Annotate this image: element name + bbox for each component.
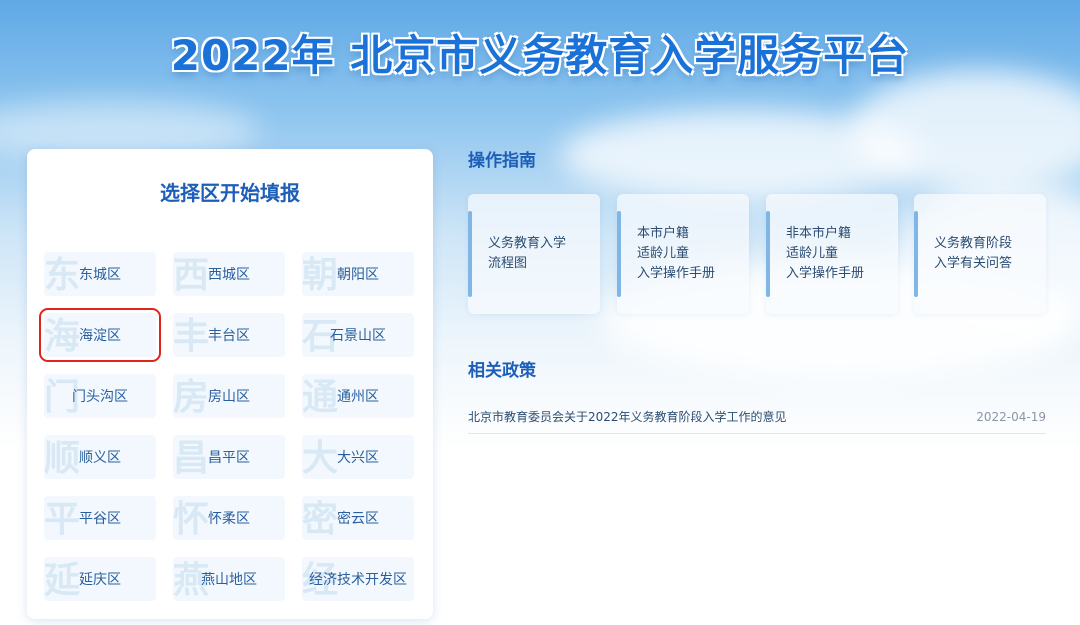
- district-label: 经济技术开发区: [309, 572, 407, 588]
- guide-card-line: 非本市户籍: [786, 226, 852, 241]
- guide-card-accent-bar: [468, 211, 472, 297]
- district-label: 东城区: [79, 267, 121, 283]
- district-button[interactable]: 经经济技术开发区: [302, 557, 414, 601]
- guide-card-line: 入学操作手册: [637, 266, 716, 281]
- guide-card-text: 非本市户籍适龄儿童入学操作手册: [786, 214, 890, 294]
- policy-link[interactable]: 北京市教育委员会关于2022年义务教育阶段入学工作的意见: [468, 408, 787, 425]
- guide-card-line: 适龄儿童: [637, 246, 690, 261]
- guide-card-line: 义务教育阶段: [934, 236, 1013, 251]
- policy-section-title: 相关政策: [468, 361, 536, 381]
- district-button[interactable]: 密密云区: [302, 496, 414, 540]
- guide-card[interactable]: 义务教育阶段 入学有关问答: [914, 194, 1046, 314]
- panel-title: 选择区开始填报: [160, 181, 300, 205]
- guide-card-line: 入学操作手册: [786, 266, 865, 281]
- district-label: 延庆区: [79, 572, 121, 588]
- district-button[interactable]: 丰丰台区: [173, 313, 285, 357]
- district-button[interactable]: 朝朝阳区: [302, 252, 414, 296]
- district-watermark: 丰: [173, 316, 210, 357]
- district-watermark: 延: [44, 560, 81, 601]
- district-label: 通州区: [337, 389, 379, 405]
- district-button[interactable]: 石石景山区: [302, 313, 414, 357]
- guide-card-accent-bar: [914, 211, 918, 297]
- guide-card[interactable]: 本市户籍适龄儿童入学操作手册: [617, 194, 749, 314]
- district-button[interactable]: 海海淀区: [39, 308, 161, 362]
- district-label: 燕山地区: [201, 572, 257, 588]
- district-watermark: 东: [44, 255, 81, 296]
- district-watermark: 大: [302, 438, 339, 479]
- district-watermark: 海: [44, 316, 81, 357]
- district-button[interactable]: 延延庆区: [44, 557, 156, 601]
- district-button[interactable]: 昌昌平区: [173, 435, 285, 479]
- district-button[interactable]: 东东城区: [44, 252, 156, 296]
- guide-card[interactable]: 义务教育入学 流程图: [468, 194, 600, 314]
- district-label: 朝阳区: [337, 267, 379, 283]
- district-watermark: 通: [302, 377, 339, 418]
- guide-card-line: 流程图: [488, 256, 528, 271]
- district-watermark: 昌: [173, 438, 210, 479]
- policy-date: 2022-04-19: [976, 409, 1046, 424]
- district-button[interactable]: 通通州区: [302, 374, 414, 418]
- district-label: 石景山区: [330, 328, 386, 344]
- district-button[interactable]: 大大兴区: [302, 435, 414, 479]
- district-button[interactable]: 燕燕山地区: [173, 557, 285, 601]
- guide-card[interactable]: 非本市户籍适龄儿童入学操作手册: [766, 194, 898, 314]
- guide-card-line: 适龄儿童: [786, 246, 839, 261]
- district-button[interactable]: 房房山区: [173, 374, 285, 418]
- district-label: 怀柔区: [208, 511, 250, 527]
- district-watermark: 平: [44, 499, 81, 540]
- district-watermark: 怀: [173, 499, 210, 540]
- district-button[interactable]: 平平谷区: [44, 496, 156, 540]
- district-button[interactable]: 顺顺义区: [44, 435, 156, 479]
- district-label: 大兴区: [337, 450, 379, 466]
- district-label: 丰台区: [208, 328, 250, 344]
- guide-card-accent-bar: [617, 211, 621, 297]
- guide-card-line: 义务教育入学: [488, 236, 567, 251]
- guide-section-title: 操作指南: [468, 151, 536, 171]
- district-watermark: 房: [173, 377, 210, 418]
- district-button[interactable]: 门门头沟区: [44, 374, 156, 418]
- district-label: 门头沟区: [72, 389, 128, 405]
- district-button[interactable]: 西西城区: [173, 252, 285, 296]
- district-watermark: 朝: [302, 255, 339, 296]
- district-button[interactable]: 怀怀柔区: [173, 496, 285, 540]
- guide-card-text: 义务教育阶段 入学有关问答: [934, 214, 1038, 294]
- guide-card-text: 本市户籍适龄儿童入学操作手册: [637, 214, 741, 294]
- guide-card-text: 义务教育入学 流程图: [488, 214, 592, 294]
- district-label: 密云区: [337, 511, 379, 527]
- guide-card-line: 本市户籍: [637, 226, 690, 241]
- district-label: 西城区: [208, 267, 250, 283]
- district-watermark: 密: [302, 499, 339, 540]
- district-watermark: 顺: [44, 438, 81, 479]
- page-title: 2022年 北京市义务教育入学服务平台: [170, 31, 910, 80]
- guide-card-line: 入学有关问答: [934, 256, 1013, 271]
- guide-card-accent-bar: [766, 211, 770, 297]
- policy-item[interactable]: 北京市教育委员会关于2022年义务教育阶段入学工作的意见 2022-04-19: [468, 400, 1046, 434]
- district-label: 海淀区: [79, 328, 121, 344]
- district-label: 顺义区: [79, 450, 121, 466]
- district-label: 平谷区: [79, 511, 121, 527]
- district-watermark: 西: [173, 255, 210, 296]
- district-label: 房山区: [208, 389, 250, 405]
- district-label: 昌平区: [208, 450, 250, 466]
